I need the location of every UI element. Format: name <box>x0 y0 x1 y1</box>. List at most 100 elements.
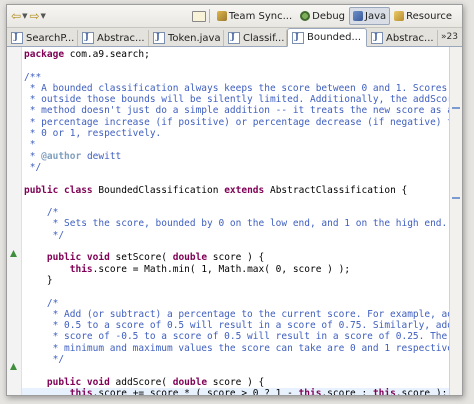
tab-label: Token.java <box>168 32 221 44</box>
tab-label: SearchP... <box>26 32 75 44</box>
code-line[interactable]: * 0.5 to a score of 0.5 will result in a… <box>22 320 449 331</box>
java-file-icon <box>371 31 383 44</box>
code-editor[interactable]: package com.a9.search; /** * A bounded c… <box>7 47 462 395</box>
code-token: public void <box>46 376 110 388</box>
annotation-ruler[interactable] <box>7 47 22 395</box>
occurrence-marker[interactable] <box>452 107 460 109</box>
code-token: * A bounded classification always keeps … <box>24 82 449 94</box>
code-line[interactable]: */ <box>22 162 449 173</box>
code-token: * <box>24 139 36 151</box>
forward-arrow-icon: ⇨ <box>29 9 40 23</box>
code-line[interactable]: * Sets the score, bounded by 0 on the lo… <box>22 218 449 229</box>
code-token: package <box>24 49 65 60</box>
code-line[interactable]: public void setScore( double score ) { <box>22 252 449 263</box>
code-token: this <box>372 387 396 395</box>
code-token: * outside those bounds will be silently … <box>24 94 449 106</box>
code-line[interactable] <box>22 60 449 71</box>
code-token: com.a9.search; <box>64 49 150 60</box>
tab-label: Bounded... <box>307 32 362 43</box>
code-line[interactable]: * outside those bounds will be silently … <box>22 94 449 105</box>
code-token: public class <box>24 184 93 196</box>
code-line[interactable]: /* <box>22 298 449 309</box>
back-button[interactable]: ⇦ ▼ <box>11 9 27 23</box>
code-token: .score ); <box>395 387 448 395</box>
tab-token-java[interactable]: Token.java <box>149 30 224 46</box>
overview-ruler[interactable] <box>449 47 462 395</box>
code-token: extends <box>224 184 265 196</box>
tab-abstrac[interactable]: Abstrac... <box>78 30 149 46</box>
java-file-icon <box>82 31 94 44</box>
code-line[interactable] <box>22 196 449 207</box>
tab-overflow-button[interactable]: »23 <box>438 32 461 42</box>
code-token: */ <box>24 229 65 241</box>
tab-abstrac-2[interactable]: Abstrac... <box>367 30 438 46</box>
forward-button[interactable]: ⇨ ▼ <box>29 9 45 23</box>
chevron-down-icon[interactable]: ▼ <box>41 12 46 20</box>
chevron-down-icon[interactable]: ▼ <box>22 12 27 20</box>
editor-tabs: SearchP... Abstrac... Token.java Classif… <box>7 28 462 47</box>
code-token: @author <box>41 150 82 162</box>
code-line[interactable]: this.score = Math.min( 1, Math.max( 0, s… <box>22 264 449 275</box>
perspective-label: Resource <box>406 10 452 22</box>
code-line[interactable]: this.score += score * ( score > 0 ? 1 - … <box>22 387 449 395</box>
code-token: this <box>69 263 93 275</box>
code-line[interactable]: * method doesn't just do a simple additi… <box>22 105 449 116</box>
code-line[interactable]: * A bounded classification always keeps … <box>22 83 449 94</box>
code-token: /* <box>24 297 59 309</box>
code-token: * score of -0.5 to a score of 0.5 will r… <box>24 331 448 343</box>
code-line[interactable]: public void addScore( double score ) { <box>22 377 449 388</box>
code-line[interactable]: } <box>22 275 449 286</box>
code-line[interactable]: * <box>22 139 449 150</box>
override-marker-icon[interactable] <box>10 250 17 257</box>
perspective-debug[interactable]: Debug <box>296 7 349 25</box>
tab-classif[interactable]: Classif... <box>224 30 287 46</box>
code-line[interactable]: * Add (or subtract) a percentage to the … <box>22 309 449 320</box>
code-token: public void <box>46 252 110 264</box>
perspective-label: Debug <box>312 10 346 22</box>
open-perspective-icon[interactable] <box>191 10 206 22</box>
code-token: * minimum and maximum values the score c… <box>24 342 449 354</box>
code-line[interactable]: /** <box>22 72 449 83</box>
code-token: setScore( <box>109 252 173 264</box>
code-line[interactable] <box>22 241 449 252</box>
code-line[interactable]: */ <box>22 230 449 241</box>
code-line[interactable]: package com.a9.search; <box>22 49 449 60</box>
perspective-label: Java <box>365 10 387 22</box>
tab-bounded[interactable]: Bounded... ✕ <box>287 28 367 47</box>
code-line[interactable] <box>22 286 449 297</box>
code-token: * Add (or subtract) a percentage to the … <box>24 308 449 320</box>
code-line[interactable]: */ <box>22 354 449 365</box>
tab-searchp[interactable]: SearchP... <box>7 30 78 46</box>
code-token: double <box>172 252 208 264</box>
java-file-icon <box>11 31 23 44</box>
code-token: addScore( <box>109 376 173 388</box>
perspective-java[interactable]: Java <box>349 7 391 25</box>
tab-label: Classif... <box>243 32 285 44</box>
code-line[interactable]: public class BoundedClassification exten… <box>22 185 449 196</box>
code-token: double <box>172 376 208 388</box>
code-token: AbstractClassification { <box>264 184 408 196</box>
code-line[interactable]: * @author dewitt <box>22 151 449 162</box>
code-line[interactable] <box>22 173 449 184</box>
code-line[interactable]: /* <box>22 207 449 218</box>
code-line[interactable]: * percentage increase (if positive) or p… <box>22 117 449 128</box>
code-token: /** <box>24 71 42 83</box>
perspective-resource[interactable]: Resource <box>390 7 456 25</box>
code-line[interactable]: * minimum and maximum values the score c… <box>22 343 449 354</box>
code-line[interactable]: * 0 or 1, respectively. <box>22 128 449 139</box>
perspective-team-sync[interactable]: Team Sync... <box>213 7 296 25</box>
debug-icon <box>300 11 311 21</box>
occurrence-marker[interactable] <box>452 197 460 199</box>
code-token: BoundedClassification <box>92 184 225 196</box>
code-line[interactable] <box>22 365 449 376</box>
code-token: .score = Math.min( 1, Math.max( 0, score… <box>92 263 351 275</box>
code-line[interactable]: * score of -0.5 to a score of 0.5 will r… <box>22 331 449 342</box>
source-text[interactable]: package com.a9.search; /** * A bounded c… <box>22 47 449 395</box>
code-token: /* <box>24 207 59 219</box>
team-sync-icon <box>216 11 227 21</box>
code-token: * 0.5 to a score of 0.5 will result in a… <box>24 320 449 332</box>
override-marker-icon[interactable] <box>10 363 17 370</box>
